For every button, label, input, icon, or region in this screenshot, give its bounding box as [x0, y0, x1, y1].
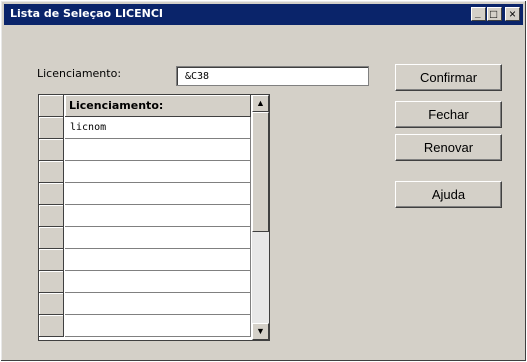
row-selector[interactable] — [39, 227, 64, 249]
vertical-scrollbar[interactable]: ▲ ▼ — [252, 95, 269, 340]
row-selector[interactable] — [39, 271, 64, 293]
close-dialog-button[interactable]: Fechar — [395, 101, 502, 128]
row-selector[interactable] — [39, 315, 64, 337]
renew-button[interactable]: Renovar — [395, 134, 502, 161]
minimize-button[interactable]: _ — [471, 7, 486, 21]
selection-dialog: Lista de Seleçao LICENCI _ □ × Licenciam… — [0, 0, 527, 362]
table-row[interactable] — [65, 205, 251, 227]
row-selector[interactable] — [39, 117, 64, 139]
column-header-label: Licenciamento: — [69, 99, 164, 112]
table-row[interactable] — [65, 293, 251, 315]
grid-corner — [39, 95, 64, 117]
table-row[interactable] — [65, 249, 251, 271]
minimize-icon: _ — [475, 8, 481, 19]
table-row[interactable] — [65, 315, 251, 337]
maximize-button[interactable]: □ — [487, 7, 502, 21]
arrow-down-icon: ▼ — [256, 326, 265, 336]
help-button[interactable]: Ajuda — [395, 181, 502, 208]
licenciamento-field[interactable] — [176, 66, 369, 86]
table-row[interactable] — [65, 161, 251, 183]
close-button[interactable]: × — [505, 7, 520, 21]
row-selector[interactable] — [39, 183, 64, 205]
licenciamento-label: Licenciamento: — [37, 67, 122, 80]
licenciamento-input[interactable] — [185, 68, 365, 84]
row-selector[interactable] — [39, 293, 64, 315]
scroll-down-button[interactable]: ▼ — [252, 323, 269, 340]
maximize-icon: □ — [490, 7, 498, 21]
close-icon: × — [509, 7, 517, 21]
row-selector-column — [39, 95, 65, 340]
results-grid: Licenciamento: licnom ▲ ▼ — [38, 94, 270, 341]
table-row[interactable]: licnom — [65, 117, 251, 139]
row-selector[interactable] — [39, 139, 64, 161]
confirm-button[interactable]: Confirmar — [395, 64, 502, 91]
table-row[interactable] — [65, 183, 251, 205]
scroll-up-button[interactable]: ▲ — [252, 95, 269, 112]
title-bar[interactable]: Lista de Seleçao LICENCI _ □ × — [4, 4, 523, 25]
row-selector[interactable] — [39, 161, 64, 183]
arrow-up-icon: ▲ — [256, 98, 265, 108]
row-selector[interactable] — [39, 249, 64, 271]
column-header[interactable]: Licenciamento: — [65, 95, 251, 117]
scroll-thumb[interactable] — [252, 112, 269, 232]
table-row[interactable] — [65, 227, 251, 249]
table-cell: licnom — [70, 122, 107, 133]
table-row[interactable] — [65, 271, 251, 293]
table-row[interactable] — [65, 139, 251, 161]
window-title: Lista de Seleçao LICENCI — [10, 7, 164, 20]
row-selector[interactable] — [39, 205, 64, 227]
